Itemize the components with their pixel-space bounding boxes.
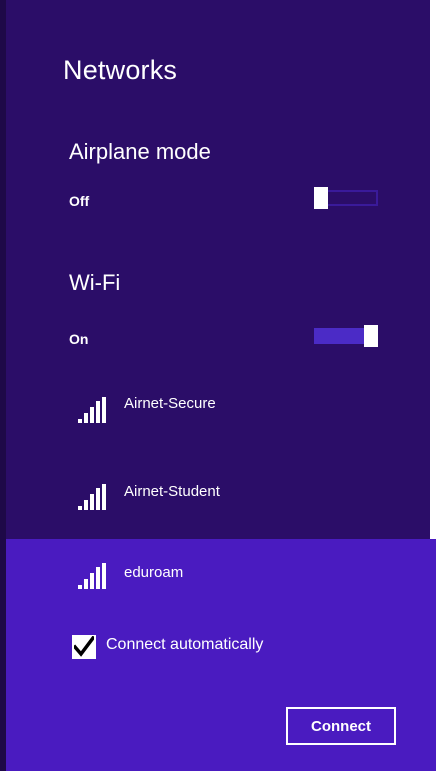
- wifi-signal-icon: [78, 563, 106, 589]
- connect-automatically-checkbox[interactable]: [72, 635, 96, 659]
- wifi-state: On: [69, 331, 89, 347]
- network-name: Airnet-Student: [124, 483, 220, 500]
- wifi-toggle[interactable]: [314, 325, 378, 347]
- toggle-thumb[interactable]: [314, 187, 328, 209]
- airplane-mode-label: Airplane mode: [69, 139, 211, 164]
- network-item-airnet-student[interactable]: Airnet-Student: [6, 462, 436, 542]
- network-name: Airnet-Secure: [124, 395, 216, 412]
- wifi-label: Wi-Fi: [69, 270, 121, 295]
- wifi-signal-icon: [78, 484, 106, 510]
- airplane-mode-state: Off: [69, 193, 90, 209]
- connect-button[interactable]: Connect: [286, 707, 396, 745]
- networks-panel: Networks Airplane mode Off Wi-Fi On Airn…: [0, 0, 436, 771]
- network-name: eduroam: [124, 564, 184, 581]
- network-item-airnet-secure[interactable]: Airnet-Secure: [6, 375, 436, 455]
- toggle-thumb[interactable]: [364, 325, 378, 347]
- wifi-signal-icon: [78, 397, 106, 423]
- panel-title: Networks: [63, 55, 178, 85]
- airplane-mode-toggle[interactable]: [314, 187, 378, 209]
- checkmark-icon: [74, 636, 94, 657]
- connect-automatically-label[interactable]: Connect automatically: [106, 636, 263, 654]
